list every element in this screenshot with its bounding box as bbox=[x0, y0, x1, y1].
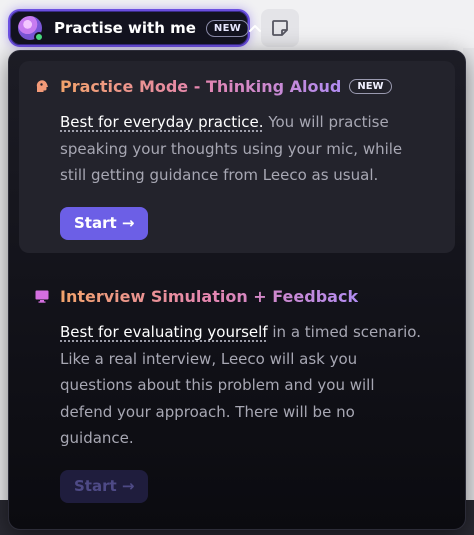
notes-button[interactable] bbox=[261, 9, 299, 47]
practice-mode-dropdown: Practice Mode - Thinking Aloud NEW Best … bbox=[8, 50, 466, 530]
practice-mode-title: Practice Mode - Thinking Aloud bbox=[60, 76, 342, 96]
chevron-up-icon[interactable] bbox=[249, 22, 262, 34]
sticky-note-icon bbox=[271, 19, 289, 37]
avatar-icon bbox=[18, 16, 44, 42]
speaking-head-icon bbox=[34, 78, 50, 94]
interview-simulation-title: Interview Simulation + Feedback bbox=[60, 286, 359, 306]
interview-simulation-start-button[interactable]: Start → bbox=[60, 469, 149, 503]
interview-simulation-description: Best for evaluating yourself in a timed … bbox=[60, 319, 430, 452]
interview-simulation-description-text: in a timed scenario. Like a real intervi… bbox=[60, 323, 421, 447]
practise-with-me-toggle[interactable]: Practise with me NEW bbox=[8, 9, 262, 47]
practise-with-me-label: Practise with me bbox=[54, 19, 196, 37]
practice-mode-description: Best for everyday practice. You will pra… bbox=[60, 109, 430, 189]
interview-simulation-highlight: Best for evaluating yourself bbox=[60, 323, 268, 341]
interview-simulation-section: Interview Simulation + Feedback Best for… bbox=[34, 285, 454, 503]
practice-mode-start-button[interactable]: Start → bbox=[60, 206, 149, 240]
practice-mode-section: Practice Mode - Thinking Aloud NEW Best … bbox=[34, 75, 454, 240]
practice-mode-highlight: Best for everyday practice. bbox=[60, 113, 264, 131]
practice-mode-new-badge: NEW bbox=[349, 78, 392, 94]
online-status-dot bbox=[34, 32, 44, 42]
monitor-icon bbox=[34, 288, 50, 304]
new-badge: NEW bbox=[205, 19, 250, 37]
